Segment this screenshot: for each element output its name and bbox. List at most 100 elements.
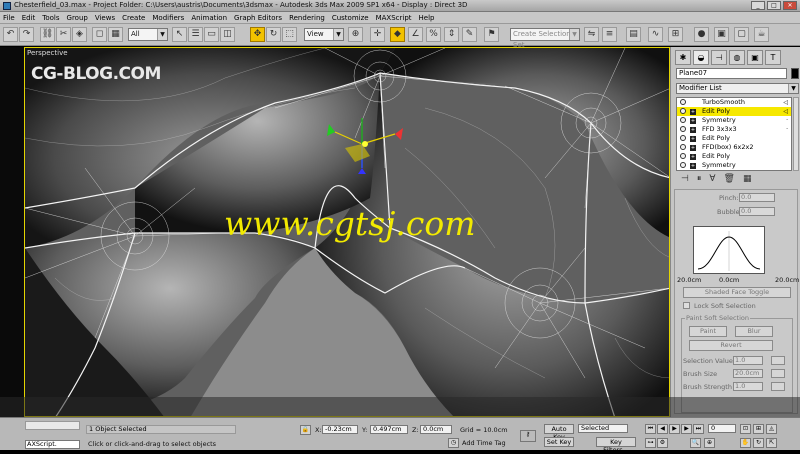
snap-icon[interactable]: ◆ bbox=[390, 27, 405, 42]
expand-icon[interactable]: + bbox=[690, 127, 696, 133]
lock-soft-selection-checkbox[interactable] bbox=[683, 302, 690, 309]
undo-icon[interactable]: ↶ bbox=[3, 27, 18, 42]
percent-snap-icon[interactable]: % bbox=[426, 27, 441, 42]
pan-icon[interactable]: ✋ bbox=[740, 438, 751, 448]
lightbulb-icon[interactable] bbox=[680, 99, 686, 105]
named-selection-field[interactable]: Create Selection Set ▼ bbox=[510, 28, 580, 49]
display-tab-icon[interactable]: ▣ bbox=[747, 50, 763, 65]
unlink-icon[interactable]: ✂ bbox=[56, 27, 71, 42]
lightbulb-icon[interactable] bbox=[680, 108, 686, 114]
modify-tab-icon[interactable]: ◒ bbox=[693, 50, 709, 65]
menu-rendering[interactable]: Rendering bbox=[289, 14, 325, 22]
menu-views[interactable]: Views bbox=[95, 14, 115, 22]
maxscript-listener-mini[interactable] bbox=[25, 421, 80, 430]
menu-file[interactable]: File bbox=[3, 14, 15, 22]
reference-coord-dropdown[interactable]: View ▼ bbox=[304, 28, 344, 41]
paint-button[interactable]: Paint bbox=[689, 326, 727, 337]
revert-button[interactable]: Revert bbox=[689, 340, 773, 351]
configure-sets-icon[interactable]: ▦ bbox=[743, 174, 752, 184]
play-icon[interactable]: ▶ bbox=[669, 424, 680, 434]
bubble-spinner[interactable]: 0.0 bbox=[739, 207, 775, 216]
brush-strength-spinner[interactable]: 1.0 bbox=[733, 382, 763, 391]
material-icon[interactable]: ● bbox=[694, 27, 709, 42]
maximize-viewport-icon[interactable]: ⇱ bbox=[766, 438, 777, 448]
auto-key-button[interactable]: Auto Key bbox=[544, 424, 574, 441]
lightbulb-icon[interactable] bbox=[680, 126, 686, 132]
perspective-viewport[interactable]: Perspective CG-BLOG.COM www.cgtsj.com bbox=[24, 47, 670, 417]
time-tag-icon[interactable]: ◷ bbox=[448, 438, 459, 448]
menu-customize[interactable]: Customize bbox=[332, 14, 369, 22]
y-coordinate-field[interactable]: 0.497cm bbox=[370, 425, 408, 434]
close-button[interactable]: ✕ bbox=[783, 1, 797, 10]
next-frame-icon[interactable]: ▶ bbox=[681, 424, 692, 434]
scale-icon[interactable]: ⬚ bbox=[282, 27, 297, 42]
brush-strength-options-button[interactable] bbox=[771, 382, 785, 391]
layer-icon[interactable]: ▤ bbox=[626, 27, 641, 42]
time-config-icon[interactable]: ⚙ bbox=[657, 438, 668, 448]
lightbulb-icon[interactable] bbox=[680, 117, 686, 123]
selection-value-options-button[interactable] bbox=[771, 356, 785, 365]
bind-icon[interactable]: ◈ bbox=[72, 27, 87, 42]
render-frame-icon[interactable]: ▢ bbox=[734, 27, 749, 42]
menu-maxscript[interactable]: MAXScript bbox=[376, 14, 412, 22]
brush-size-options-button[interactable] bbox=[771, 369, 785, 378]
motion-tab-icon[interactable]: ◍ bbox=[729, 50, 745, 65]
spinner-snap-icon[interactable]: ⇕ bbox=[444, 27, 459, 42]
go-to-end-icon[interactable]: ⏭ bbox=[693, 424, 704, 434]
brush-size-spinner[interactable]: 20.0cm bbox=[733, 369, 763, 378]
blur-button[interactable]: Blur bbox=[735, 326, 773, 337]
stack-item-ffd-3x3x3[interactable]: + FFD 3x3x3 · bbox=[677, 125, 791, 134]
key-filters-button[interactable]: Key Filters... bbox=[596, 437, 636, 454]
expand-icon[interactable]: + bbox=[690, 109, 696, 115]
lightbulb-icon[interactable] bbox=[680, 153, 686, 159]
stack-item-ffd-box[interactable]: + FFD(box) 6x2x2 bbox=[677, 143, 791, 152]
make-unique-icon[interactable]: ∀ bbox=[709, 174, 715, 184]
select-name-icon[interactable]: ▦ bbox=[108, 27, 123, 42]
menu-edit[interactable]: Edit bbox=[22, 14, 36, 22]
object-name-field[interactable]: Plane07 bbox=[676, 68, 787, 79]
selection-filter-dropdown[interactable]: All ▼ bbox=[128, 28, 168, 41]
menu-animation[interactable]: Animation bbox=[191, 14, 227, 22]
lock-selection-icon[interactable]: 🔒 bbox=[300, 425, 311, 435]
z-coordinate-field[interactable]: 0.0cm bbox=[420, 425, 452, 434]
expand-icon[interactable]: + bbox=[690, 136, 696, 142]
previous-frame-icon[interactable]: ◀ bbox=[657, 424, 668, 434]
maxscript-input[interactable]: AXScript. bbox=[25, 440, 80, 449]
menu-tools[interactable]: Tools bbox=[42, 14, 59, 22]
expand-icon[interactable]: + bbox=[690, 154, 696, 160]
remove-modifier-icon[interactable]: 🗑 bbox=[724, 174, 735, 184]
pinch-spinner[interactable]: 0.0 bbox=[739, 193, 775, 202]
selection-value-spinner[interactable]: 1.0 bbox=[733, 356, 763, 365]
add-time-tag[interactable]: Add Time Tag bbox=[462, 439, 506, 447]
stack-scrollbar[interactable] bbox=[793, 97, 799, 171]
menu-graph-editors[interactable]: Graph Editors bbox=[234, 14, 282, 22]
zoom-extents-icon[interactable]: ⊡ bbox=[740, 424, 751, 434]
object-color-swatch[interactable] bbox=[791, 68, 799, 79]
edit-named-selection-icon[interactable]: ✎ bbox=[462, 27, 477, 42]
menu-modifiers[interactable]: Modifiers bbox=[152, 14, 184, 22]
viewport-label[interactable]: Perspective bbox=[27, 49, 68, 57]
menu-create[interactable]: Create bbox=[122, 14, 145, 22]
pivot-icon[interactable]: ⊕ bbox=[348, 27, 363, 42]
rect-select-icon[interactable]: ▭ bbox=[204, 27, 219, 42]
angle-snap-icon[interactable]: ∠ bbox=[408, 27, 423, 42]
lightbulb-icon[interactable] bbox=[680, 135, 686, 141]
shaded-face-toggle-button[interactable]: Shaded Face Toggle bbox=[683, 287, 791, 298]
link-icon[interactable]: ⛓ bbox=[40, 27, 55, 42]
menu-help[interactable]: Help bbox=[419, 14, 435, 22]
pin-stack-icon[interactable]: ⊣ bbox=[681, 174, 689, 184]
maximize-button[interactable]: □ bbox=[767, 1, 781, 10]
stack-item-turbosmooth[interactable]: TurboSmooth ◁ bbox=[677, 98, 791, 107]
expand-icon[interactable]: + bbox=[690, 163, 696, 169]
hierarchy-tab-icon[interactable]: ⊣ bbox=[711, 50, 727, 65]
redo-icon[interactable]: ↷ bbox=[19, 27, 34, 42]
zoom-icon[interactable]: 🔍 bbox=[690, 438, 701, 448]
curve-editor-icon[interactable]: ∿ bbox=[648, 27, 663, 42]
lightbulb-icon[interactable] bbox=[680, 144, 686, 150]
show-end-result-icon[interactable]: ⏸ bbox=[697, 174, 702, 184]
expand-icon[interactable]: + bbox=[690, 118, 696, 124]
modifier-list-dropdown[interactable]: Modifier List ▼ bbox=[676, 83, 799, 94]
select-icon[interactable]: ↖ bbox=[172, 27, 187, 42]
schematic-icon[interactable]: ⊞ bbox=[668, 27, 683, 42]
orbit-icon[interactable]: ↻ bbox=[753, 438, 764, 448]
